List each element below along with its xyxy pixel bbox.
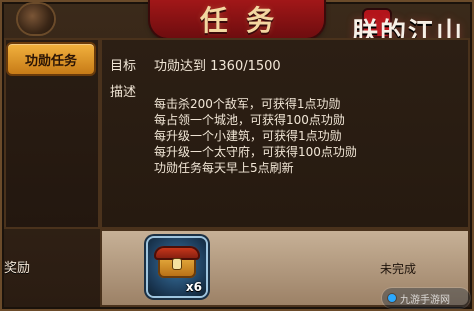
description-label: 描述	[110, 85, 137, 100]
task-details-panel: 目标 功勋达到 1360/1500 描述 每击杀200个敌军，可获得1点功勋 每…	[100, 38, 470, 229]
tab-merit-task-label: 功勋任务	[24, 53, 77, 69]
description-line: 功勋任务每天早上5点刷新	[154, 161, 294, 175]
description-line: 每升级一个太守府，可获得100点功勋	[154, 145, 357, 159]
reward-label: 奖励	[4, 261, 31, 276]
description-line: 每占领一个城池，可获得100点功勋	[154, 113, 345, 127]
description-line: 每击杀200个敌军，可获得1点功勋	[154, 97, 341, 111]
description-text: 每击杀200个敌军，可获得1点功勋 每占领一个城池，可获得100点功勋 每升级一…	[154, 96, 357, 176]
watermark-text: 九游手游网	[400, 295, 450, 306]
title-banner: 任务	[150, 0, 324, 38]
watermark-badge: 九游手游网	[382, 288, 470, 308]
reward-item-slot[interactable]: x6	[148, 238, 206, 296]
goal-value: 功勋达到 1360/1500	[154, 59, 281, 74]
window-corner-ornament	[18, 4, 54, 34]
treasure-chest-lid	[154, 246, 200, 260]
description-line: 每升级一个小建筑，可获得1点功勋	[154, 129, 342, 143]
tab-merit-task[interactable]: 功勋任务	[8, 44, 94, 74]
window-title: 任务	[199, 4, 292, 37]
watermark-logo-icon	[388, 294, 396, 302]
task-status: 未完成	[380, 262, 417, 276]
goal-label: 目标	[110, 59, 137, 74]
treasure-chest-lock	[173, 259, 181, 269]
reward-quantity: x6	[185, 280, 202, 294]
